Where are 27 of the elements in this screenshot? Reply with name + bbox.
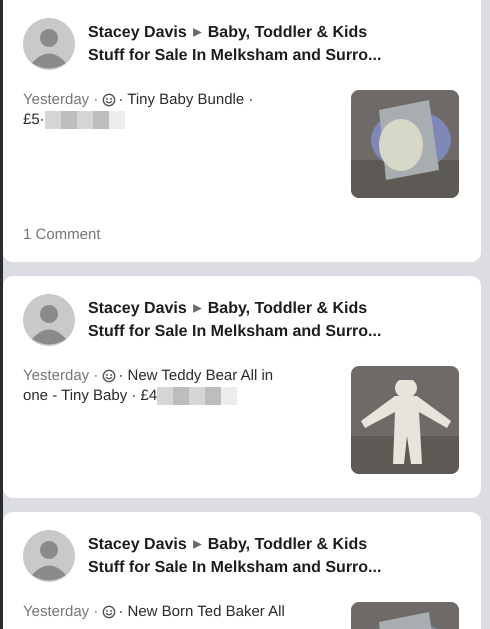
author-name[interactable]: Stacey Davis xyxy=(88,297,187,320)
group-name[interactable]: Baby, Toddler & Kids xyxy=(208,297,368,320)
post-time: Yesterday · xyxy=(23,366,98,386)
listing-title[interactable]: one - Tiny Baby · £4 xyxy=(23,386,158,406)
smiley-icon xyxy=(102,369,116,383)
post-time: Yesterday · xyxy=(23,602,98,622)
avatar[interactable] xyxy=(23,530,75,582)
avatar[interactable] xyxy=(23,18,75,70)
triangle-icon xyxy=(192,539,203,550)
smiley-icon xyxy=(102,93,116,107)
group-name[interactable]: Stuff for Sale In Melksham and Surro... xyxy=(88,44,382,67)
group-name[interactable]: Baby, Toddler & Kids xyxy=(208,21,368,44)
group-name[interactable]: Stuff for Sale In Melksham and Surro... xyxy=(88,556,382,579)
comment-count[interactable]: 1 Comment xyxy=(23,226,481,243)
avatar[interactable] xyxy=(23,294,75,346)
smiley-icon xyxy=(102,605,116,619)
triangle-icon xyxy=(192,303,203,314)
post-time: Yesterday · xyxy=(23,90,98,110)
listing-title[interactable]: · Tiny Baby Bundle · xyxy=(118,90,254,110)
author-name[interactable]: Stacey Davis xyxy=(88,21,187,44)
author-name[interactable]: Stacey Davis xyxy=(88,533,187,556)
listing-title[interactable]: · New Born Ted Baker All xyxy=(118,602,285,622)
listing-title[interactable]: £5· xyxy=(23,110,45,130)
group-name[interactable]: Stuff for Sale In Melksham and Surro... xyxy=(88,320,382,343)
triangle-icon xyxy=(192,27,203,38)
group-name[interactable]: Baby, Toddler & Kids xyxy=(208,533,368,556)
listing-title[interactable]: · New Teddy Bear All in xyxy=(118,366,274,386)
